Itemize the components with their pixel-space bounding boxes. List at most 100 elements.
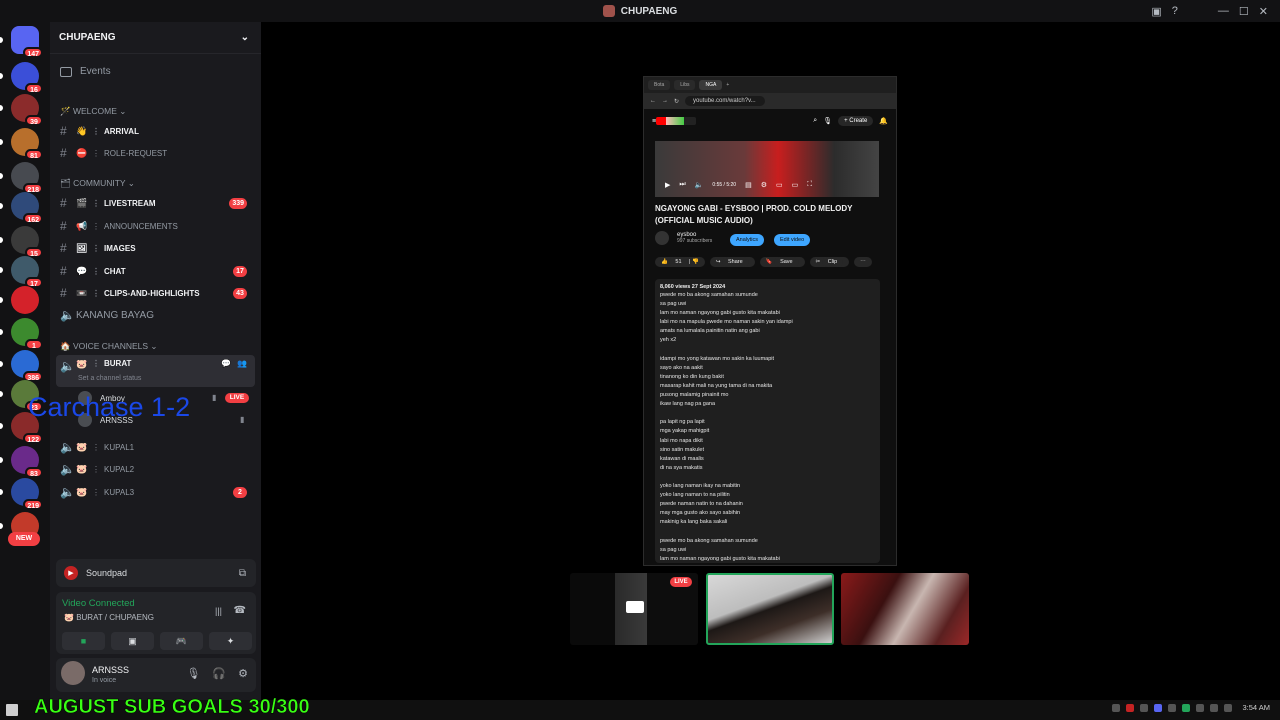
avatar[interactable]: [61, 661, 85, 685]
popout-icon[interactable]: ⧉: [239, 568, 246, 579]
youtube-logo[interactable]: [656, 117, 697, 125]
maximize-button[interactable]: ☐: [1239, 5, 1249, 18]
chat-bubble-icon[interactable]: 💬: [221, 359, 231, 368]
activities-button[interactable]: 🎮: [160, 632, 203, 650]
tray-app-icon[interactable]: [1112, 703, 1121, 712]
channel-arrival[interactable]: # 👋 ⋮ ARRIVAL: [56, 121, 255, 141]
theater-icon[interactable]: ▭: [792, 181, 799, 189]
forward-icon[interactable]: →: [662, 98, 668, 104]
server-icon[interactable]: 386: [0, 350, 43, 382]
url-field[interactable]: youtube.com/watch?v...: [685, 96, 766, 106]
voice-channel-kupal3[interactable]: 🔈 🐷 ⋮ KUPAL3 2: [56, 482, 255, 502]
noise-suppression-icon[interactable]: |||: [215, 606, 222, 616]
settings-icon[interactable]: ⚙: [761, 181, 767, 189]
tray-app-icon[interactable]: [1126, 703, 1135, 712]
participant-tile[interactable]: [841, 573, 969, 645]
camera-button[interactable]: ■: [62, 632, 105, 650]
voice-channel-kanang-bayag[interactable]: 🔈 KANANG BAYAG: [56, 305, 255, 325]
inbox-icon[interactable]: ▣: [1151, 5, 1161, 18]
miniplayer-icon[interactable]: ▭: [776, 181, 783, 189]
server-icon[interactable]: 16: [0, 62, 43, 94]
reload-icon[interactable]: ↻: [674, 98, 679, 105]
events-link[interactable]: Events: [60, 66, 111, 77]
events-label: Events: [80, 66, 111, 77]
guild-header[interactable]: CHUPAENG ⌄: [50, 22, 261, 54]
volume-icon[interactable]: [1224, 703, 1233, 712]
disconnect-icon[interactable]: ☎: [234, 605, 246, 616]
play-icon[interactable]: ▶: [665, 181, 670, 189]
tray-app-icon[interactable]: [1154, 703, 1163, 712]
voice-channel-burat[interactable]: 🔈 🐷 ⋮ BURAT 💬 👥: [56, 355, 255, 387]
channel-livestream[interactable]: # 🎬 ⋮ LIVESTREAM 339: [56, 193, 255, 213]
analytics-button[interactable]: Analytics: [730, 234, 765, 246]
connection-status[interactable]: Video Connected: [62, 598, 135, 609]
screen-share-button[interactable]: ▣: [111, 632, 154, 650]
browser-tab[interactable]: Bota: [648, 80, 671, 90]
soundboard-button[interactable]: ✦: [209, 632, 252, 650]
mic-icon[interactable]: 🎙: [823, 117, 832, 125]
channel-info[interactable]: eysboo 997 subscribers: [655, 231, 712, 245]
close-button[interactable]: ✕: [1259, 5, 1268, 18]
video-description[interactable]: 8,060 views 27 Sept 2024 pwede mo ba ako…: [655, 279, 880, 563]
server-icon[interactable]: 218: [0, 162, 43, 194]
category-voice-channels[interactable]: 🏠 VOICE CHANNELS ⌄: [60, 341, 158, 352]
create-button[interactable]: + Create: [838, 116, 874, 126]
fullscreen-icon[interactable]: ⛶: [807, 181, 812, 189]
connected-channel[interactable]: 🐷 BURAT / CHUPAENG: [64, 613, 154, 622]
add-user-icon[interactable]: 👥: [237, 359, 247, 368]
voice-channel-kupal1[interactable]: 🔈 🐷 ⋮ KUPAL1: [56, 437, 255, 457]
tray-app-icon[interactable]: [1182, 703, 1191, 712]
category-community[interactable]: 🗂 COMMUNITY ⌄: [60, 178, 135, 189]
server-icon[interactable]: 17: [0, 256, 43, 288]
server-icon[interactable]: [0, 286, 39, 314]
search-icon[interactable]: ⌕: [813, 117, 817, 125]
share-button[interactable]: ↪ Share: [709, 257, 755, 267]
gear-icon[interactable]: ⚙: [238, 667, 248, 680]
channel-role-request[interactable]: # ⛔ ⋮ ROLE-REQUEST: [56, 143, 255, 163]
tray-app-icon[interactable]: [1168, 703, 1177, 712]
channel-chat[interactable]: # 💬 ⋮ CHAT 17: [56, 261, 255, 281]
browser-tab[interactable]: Libs: [674, 80, 696, 90]
channel-clips-and-highlights[interactable]: # 📼 ⋮ CLIPS-AND-HIGHLIGHTS 43: [56, 283, 255, 303]
save-button[interactable]: 🔖 Save: [759, 257, 805, 267]
minimize-button[interactable]: —: [1218, 5, 1229, 17]
windows-start-icon[interactable]: [6, 704, 18, 716]
clip-button[interactable]: ✂ Clip: [809, 257, 850, 267]
new-tab-icon[interactable]: +: [726, 82, 729, 88]
back-icon[interactable]: ←: [650, 98, 656, 104]
channel-status[interactable]: Set a channel status: [78, 375, 141, 382]
new-badge[interactable]: NEW: [8, 532, 40, 546]
participant-tile[interactable]: [706, 573, 834, 645]
volume-icon[interactable]: 🔈: [695, 181, 704, 189]
server-icon[interactable]: 1: [0, 318, 43, 350]
voice-channel-kupal2[interactable]: 🔈 🐷 ⋮ KUPAL2: [56, 459, 255, 479]
soundpad-activity[interactable]: ▶ Soundpad ⧉: [56, 559, 256, 587]
channel-announcements[interactable]: # 📢 ⋮ ANNOUNCEMENTS: [56, 216, 255, 236]
tray-app-icon[interactable]: [1140, 703, 1149, 712]
browser-tab[interactable]: NGA: [699, 80, 723, 90]
captions-icon[interactable]: ▤: [745, 181, 752, 189]
username[interactable]: ARNSSS: [92, 665, 129, 675]
wifi-icon[interactable]: [1210, 703, 1219, 712]
clock[interactable]: 3:54 AM: [1242, 703, 1270, 712]
next-icon[interactable]: ⏭: [679, 181, 685, 189]
server-icon[interactable]: 219: [0, 478, 43, 510]
server-icon[interactable]: 81: [0, 128, 43, 160]
server-icon[interactable]: 162: [0, 192, 43, 224]
bell-icon[interactable]: 🔔: [879, 117, 888, 125]
server-icon[interactable]: 83: [0, 446, 43, 478]
edit-video-button[interactable]: Edit video: [774, 234, 811, 246]
more-icon[interactable]: ⋯: [854, 257, 872, 267]
server-icon[interactable]: 39: [0, 94, 43, 126]
tray-app-icon[interactable]: [1196, 703, 1205, 712]
help-icon[interactable]: ?: [1172, 5, 1178, 17]
headphones-icon[interactable]: 🎧: [212, 667, 226, 680]
like-button[interactable]: 👍 51 | 👎: [655, 257, 705, 267]
server-icon[interactable]: 15: [0, 226, 43, 258]
microphone-icon[interactable]: 🎙: [186, 667, 200, 680]
channel-images[interactable]: # 🖼 ⋮ IMAGES: [56, 238, 255, 258]
category-welcome[interactable]: 🪄 WELCOME ⌄: [60, 106, 126, 117]
participant-tile[interactable]: LIVE: [570, 573, 698, 645]
server-icon[interactable]: 147: [0, 26, 43, 58]
screen-share-stream[interactable]: Bota Libs NGA + ← → ↻ youtube.com/watch?…: [643, 76, 897, 566]
